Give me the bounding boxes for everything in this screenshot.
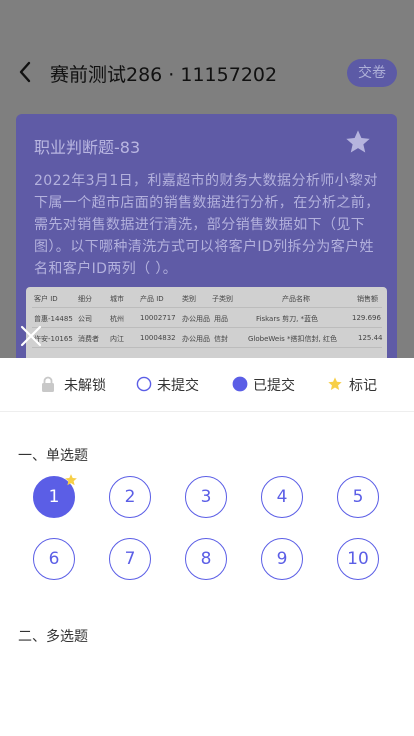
- question-number-button[interactable]: 9: [261, 538, 303, 580]
- table-header-cell: 细分: [78, 295, 92, 303]
- question-number-button[interactable]: 10: [337, 538, 379, 580]
- table-header-cell: 类别: [182, 295, 196, 303]
- question-number-button[interactable]: 8: [185, 538, 227, 580]
- question-card: 职业判断题-83 2022年3月1日，利嘉超市的财务大数据分析师小黎对下属一个超…: [16, 114, 397, 377]
- filled-circle-icon: [232, 376, 248, 392]
- question-number: 6: [48, 549, 60, 569]
- status-legend: 未解锁 未提交 已提交 标记: [0, 358, 414, 412]
- table-cell: 129.696: [352, 314, 381, 322]
- question-title: 职业判断题-83: [34, 138, 141, 157]
- legend-label: 已提交: [253, 378, 295, 394]
- table-row: 许安-10165 消费者 内江 10004832 办公用品 信封 GlobeWe…: [32, 331, 383, 348]
- table-header-cell: 城市: [110, 295, 124, 303]
- legend-label: 标记: [349, 378, 377, 394]
- question-number-button[interactable]: 2: [109, 476, 151, 518]
- lock-icon: [42, 376, 54, 392]
- table-header-cell: 销售额: [357, 295, 378, 303]
- legend-label: 未提交: [157, 378, 199, 394]
- table-row: 曾惠-14485 公司 杭州 10002717 办公用品 用品 Fiskars …: [32, 311, 382, 328]
- star-icon: [65, 474, 77, 486]
- star-icon: [328, 377, 342, 390]
- question-number-button[interactable]: 1: [33, 474, 77, 518]
- question-number-button[interactable]: 3: [185, 476, 227, 518]
- table-header-cell: 产品 ID: [140, 295, 164, 303]
- legend-label: 未解锁: [64, 378, 106, 394]
- question-number: 2: [124, 487, 136, 507]
- table-cell: Fiskars 剪刀, *蓝色: [256, 315, 319, 323]
- table-cell: 内江: [110, 335, 124, 343]
- question-number-button[interactable]: 6: [33, 538, 75, 580]
- table-cell: 10004832: [140, 334, 176, 342]
- close-icon[interactable]: [20, 325, 42, 347]
- question-number: 10: [347, 549, 369, 569]
- question-number: 1: [48, 487, 60, 507]
- question-number-button[interactable]: 5: [337, 476, 379, 518]
- question-number: 8: [200, 549, 212, 569]
- page-title: 赛前测试286 · 11157202: [50, 64, 278, 86]
- question-number: 4: [276, 487, 288, 507]
- table-cell: 公司: [78, 315, 92, 323]
- question-body: 2022年3月1日，利嘉超市的财务大数据分析师小黎对下属一个超市店面的销售数据进…: [34, 173, 380, 277]
- section-title-single: 一、单选题: [18, 448, 88, 464]
- question-number-button[interactable]: 4: [261, 476, 303, 518]
- table-cell: 办公用品: [182, 315, 210, 323]
- section-title-multiple: 二、多选题: [18, 629, 88, 645]
- table-header-row: 客户 ID 细分 城市 产品 ID 类别 子类别 产品名称 销售额: [32, 291, 382, 308]
- question-number: 5: [352, 487, 364, 507]
- submit-exam-button[interactable]: 交卷: [347, 59, 397, 87]
- star-icon[interactable]: [344, 128, 372, 156]
- table-cell: 办公用品: [182, 335, 210, 343]
- table-cell: 10002717: [140, 314, 176, 322]
- answer-sheet-panel: 未解锁 未提交 已提交 标记 一、单选题 1 2 3 4 5 6 7 8 9 1…: [0, 358, 414, 736]
- table-header-cell: 客户 ID: [34, 295, 58, 303]
- header: 赛前测试286 · 11157202 交卷: [0, 0, 414, 96]
- table-cell: 杭州: [110, 315, 124, 323]
- table-cell: 125.44: [358, 334, 383, 342]
- table-cell: 用品: [214, 315, 228, 323]
- empty-circle-icon: [136, 376, 152, 392]
- question-number: 9: [276, 549, 288, 569]
- question-number: 3: [200, 487, 212, 507]
- back-arrow-icon[interactable]: [16, 60, 36, 84]
- question-number-button[interactable]: 7: [109, 538, 151, 580]
- table-cell: 曾惠-14485: [34, 315, 73, 323]
- table-header-cell: 产品名称: [282, 295, 310, 303]
- table-cell: 信封: [214, 335, 228, 343]
- table-cell: GlobeWeis *搭扣信封, 红色: [248, 335, 337, 343]
- table-header-cell: 子类别: [212, 295, 233, 303]
- question-number: 7: [124, 549, 136, 569]
- table-cell: 消费者: [78, 335, 99, 343]
